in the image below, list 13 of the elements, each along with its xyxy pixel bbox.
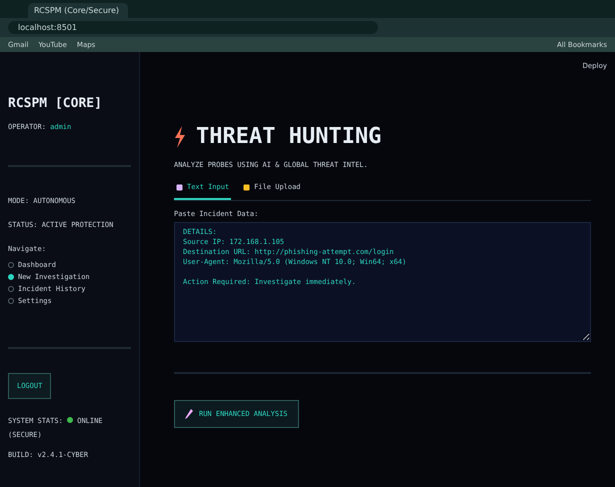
memo-icon: [176, 184, 183, 190]
sidebar-title: RCSPM [CORE]: [8, 96, 103, 111]
folder-icon: [243, 184, 250, 190]
rocket-icon: [185, 409, 193, 419]
radio-button[interactable]: [8, 262, 14, 268]
browser-tab[interactable]: RCSPM (Core/Secure): [28, 3, 128, 18]
address-bar[interactable]: localhost:8501: [8, 21, 378, 34]
radio-button[interactable]: [8, 286, 14, 292]
lightning-icon: [174, 126, 186, 148]
radio-button[interactable]: [8, 298, 14, 304]
status-dot: [67, 417, 74, 423]
radio-button[interactable]: [8, 274, 14, 280]
page-title: THREAT HUNTING: [196, 124, 382, 149]
